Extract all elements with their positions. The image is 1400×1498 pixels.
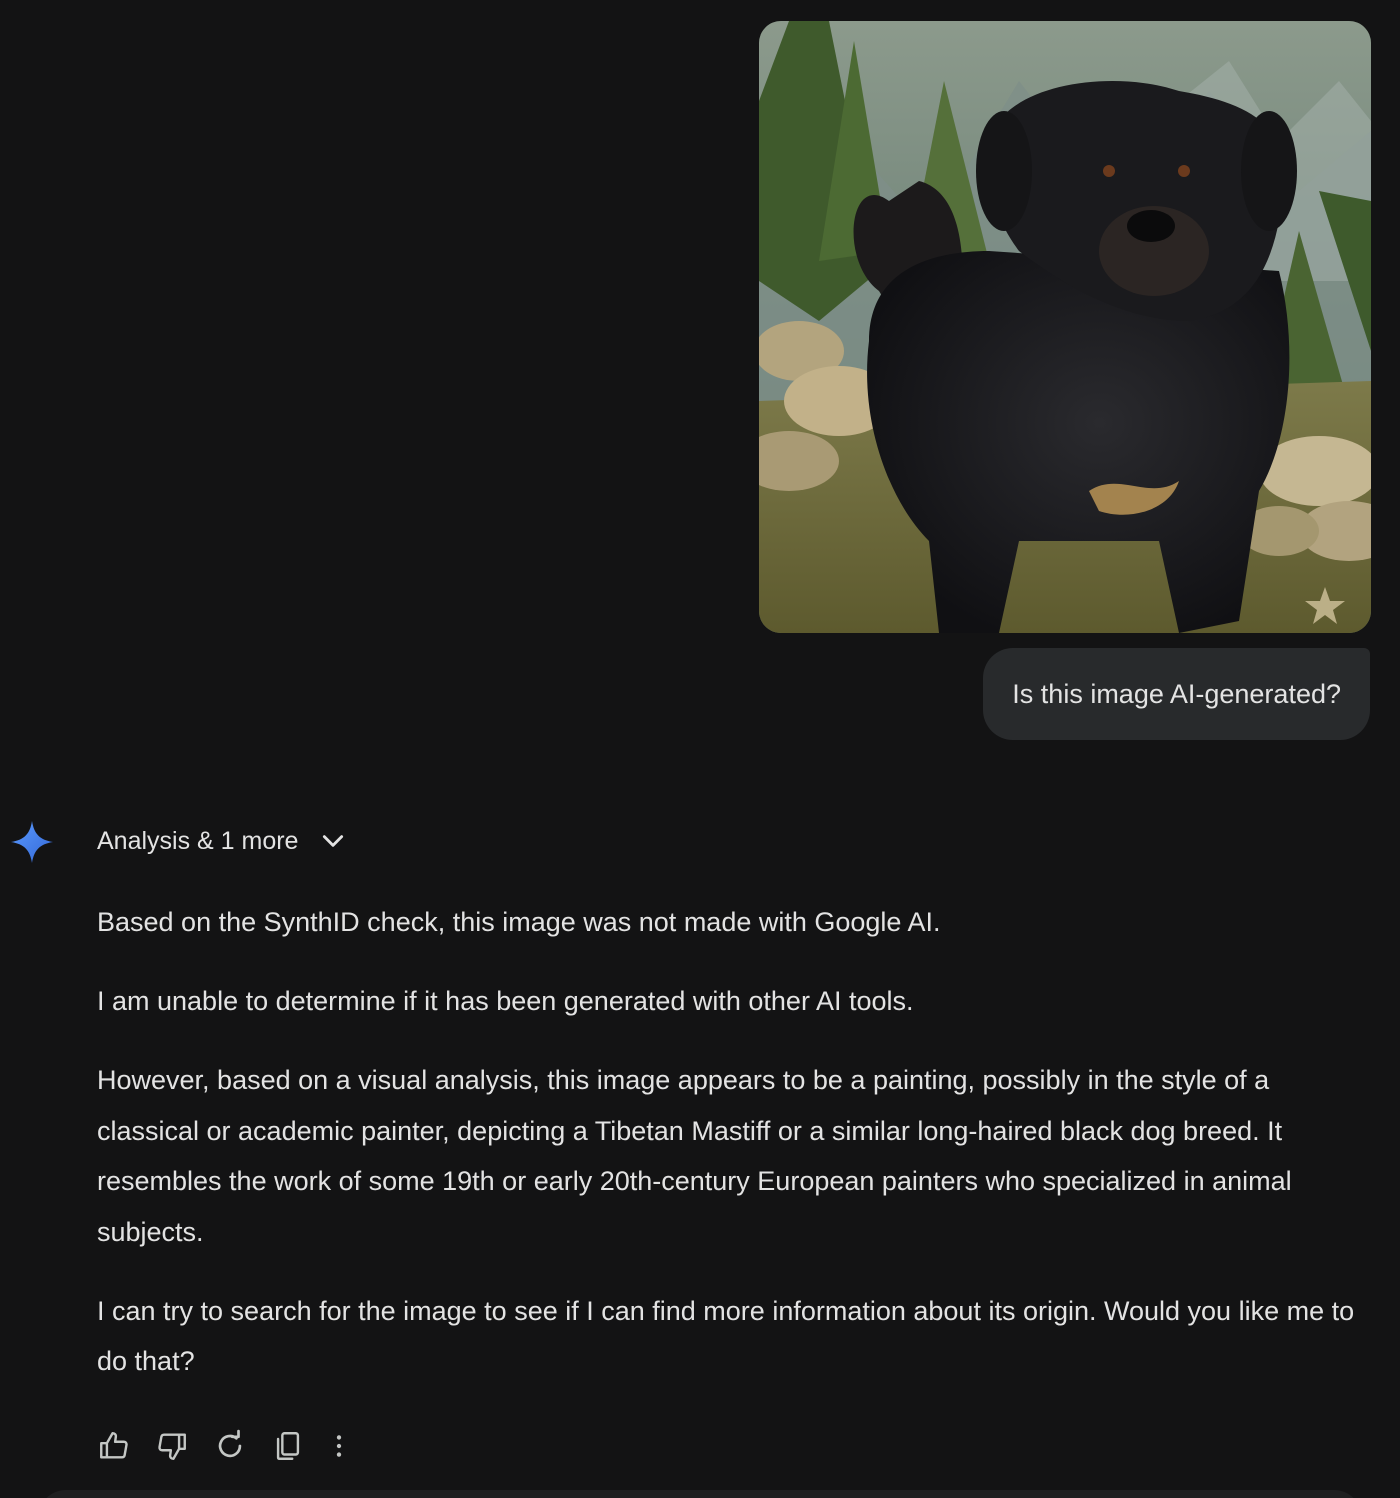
user-prompt-text: Is this image AI-generated?	[1012, 678, 1341, 709]
response-actions	[94, 1423, 370, 1469]
thumb-up-icon	[100, 1432, 128, 1459]
uploaded-image[interactable]	[759, 21, 1371, 633]
gemini-sparkle-icon	[11, 821, 53, 863]
refresh-icon	[218, 1429, 242, 1458]
response-paragraph: Based on the SynthID check, this image w…	[97, 907, 941, 937]
model-response: Based on the SynthID check, this image w…	[97, 897, 1377, 1415]
user-prompt-bubble: Is this image AI-generated?	[983, 648, 1370, 740]
chat-page: Is this image AI-generated? Analysis & 1…	[0, 0, 1400, 1498]
thumb-down-icon	[158, 1433, 186, 1460]
chevron-down-icon	[323, 835, 344, 847]
copy-icon	[276, 1432, 300, 1460]
copy-button[interactable]	[268, 1423, 308, 1469]
bad-response-button[interactable]	[152, 1423, 192, 1469]
more-options-button[interactable]	[326, 1423, 352, 1469]
thinking-summary-label: Analysis & 1 more	[97, 826, 299, 855]
response-paragraph: However, based on a visual analysis, thi…	[97, 1065, 1292, 1247]
input-area-edge	[38, 1490, 1362, 1498]
dog-painting-image	[759, 21, 1371, 633]
response-paragraph: I am unable to determine if it has been …	[97, 986, 914, 1016]
redo-button[interactable]	[210, 1423, 250, 1469]
good-response-button[interactable]	[94, 1423, 134, 1469]
more-vert-icon	[336, 1435, 342, 1457]
response-paragraph: I can try to search for the image to see…	[97, 1295, 1355, 1377]
show-thinking-toggle[interactable]: Analysis & 1 more	[97, 818, 346, 864]
